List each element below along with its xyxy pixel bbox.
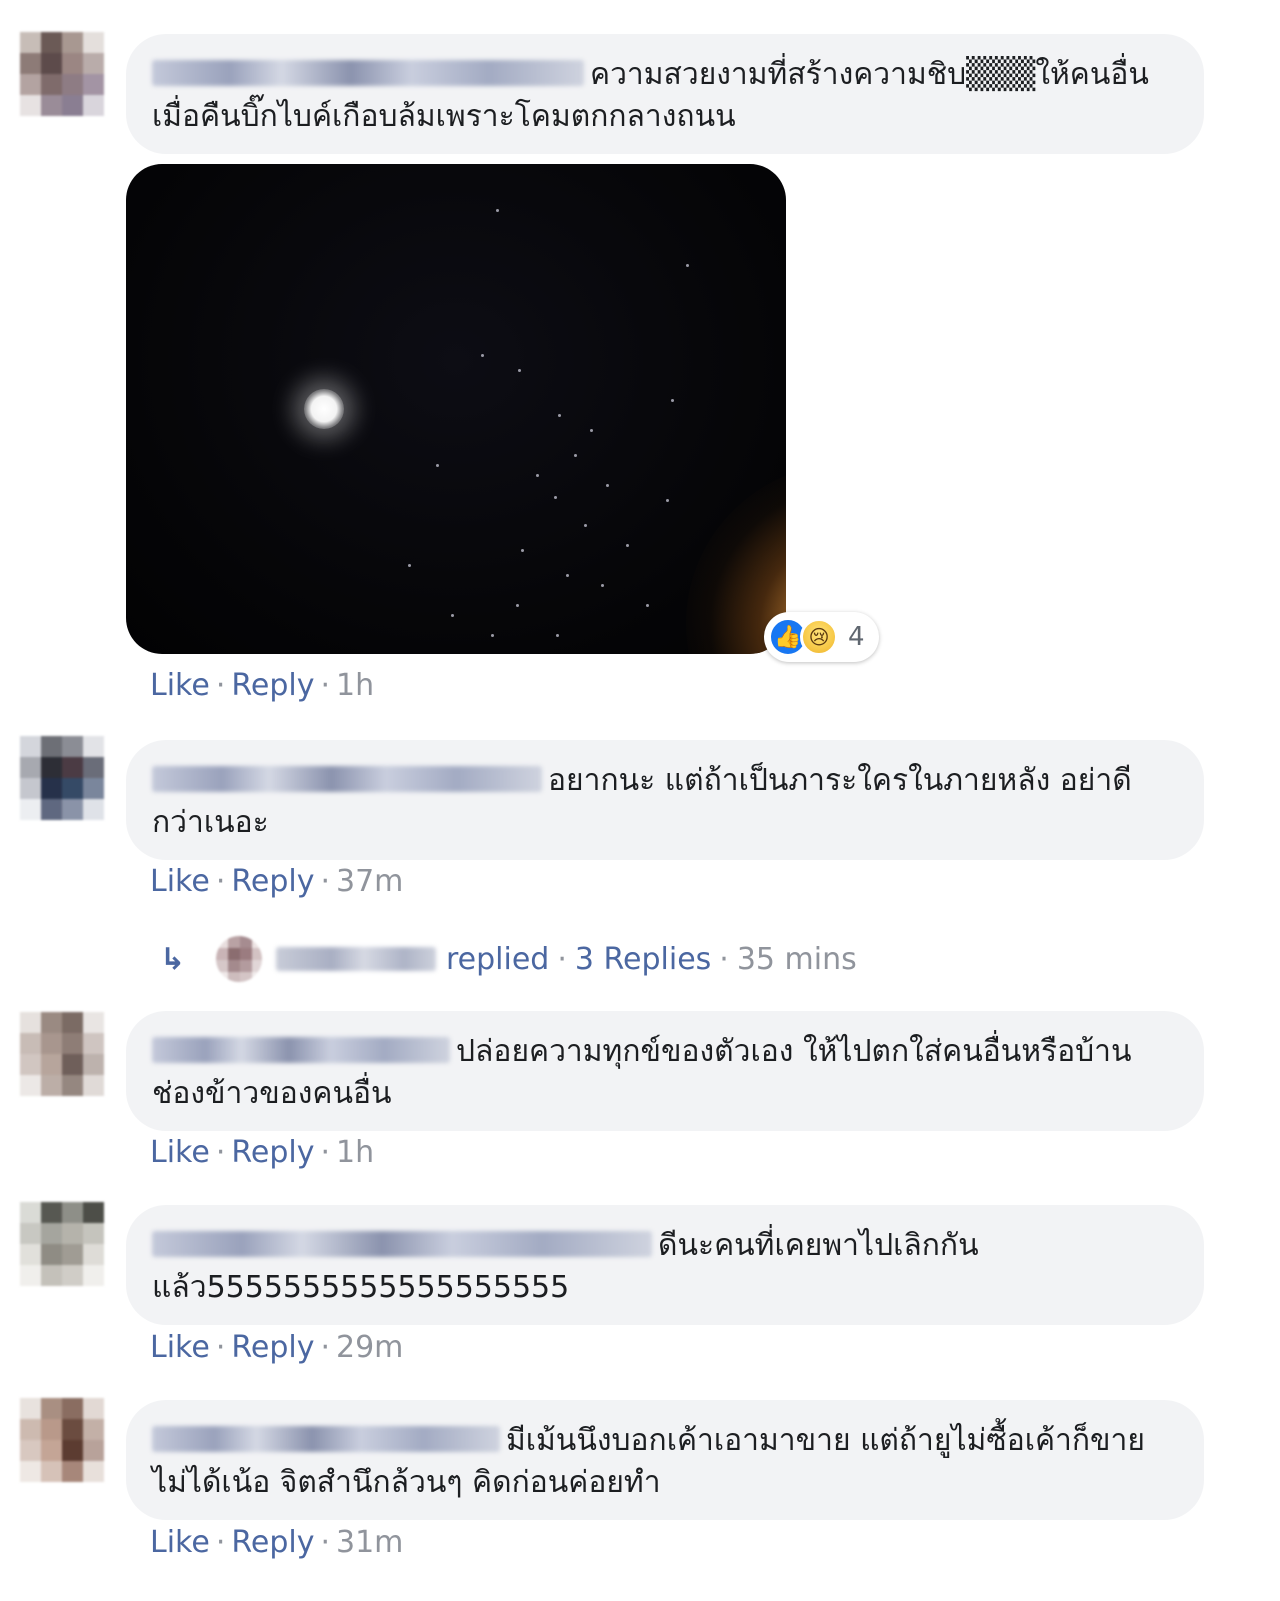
reaction-summary[interactable]: 👍 😢 4 xyxy=(764,612,879,662)
commenter-name[interactable] xyxy=(152,1037,450,1063)
comment-actions: Like · Reply · 29m xyxy=(150,1330,404,1365)
like-link[interactable]: Like xyxy=(150,1330,210,1365)
reply-link[interactable]: Reply xyxy=(231,1330,314,1365)
like-link[interactable]: Like xyxy=(150,864,210,899)
comment-actions: Like · Reply · 1h xyxy=(150,668,375,703)
like-link[interactable]: Like xyxy=(150,668,210,703)
avatar[interactable] xyxy=(20,1202,104,1286)
reaction-count: 4 xyxy=(848,622,865,652)
avatar[interactable] xyxy=(20,1398,104,1482)
reply-link[interactable]: Reply xyxy=(231,1135,314,1170)
commenter-name[interactable] xyxy=(152,60,584,86)
replies-summary[interactable]: ↳ replied · 3 Replies · 35 mins xyxy=(160,934,857,984)
comment-bubble: ดีนะคนที่เคยพาไปเลิกกันแล้ว5555555555555… xyxy=(126,1205,1204,1325)
avatar[interactable] xyxy=(20,1012,104,1096)
comment-actions: Like · Reply · 31m xyxy=(150,1525,404,1560)
comment-bubble: ความสวยงามที่สร้างความชิบ▒▒▒ให้คนอื่น เม… xyxy=(126,34,1204,154)
timestamp[interactable]: 1h xyxy=(336,1135,374,1170)
avatar[interactable] xyxy=(20,32,104,116)
replies-timestamp: 35 mins xyxy=(736,941,857,977)
timestamp[interactable]: 1h xyxy=(336,668,374,703)
replied-label[interactable]: replied xyxy=(446,942,549,977)
replier-name[interactable] xyxy=(276,947,436,971)
comment-bubble: มีเม้นนึงบอกเค้าเอามาขาย แต่ถ้ายูไม่ซื้อ… xyxy=(126,1400,1204,1520)
like-link[interactable]: Like xyxy=(150,1135,210,1170)
reply-arrow-icon: ↳ xyxy=(160,941,186,977)
view-replies-link[interactable]: 3 Replies xyxy=(575,942,711,977)
comment-bubble: อยากนะ แต่ถ้าเป็นภาระใครในภายหลัง อย่าดี… xyxy=(126,740,1204,860)
reply-link[interactable]: Reply xyxy=(231,864,314,899)
like-link[interactable]: Like xyxy=(150,1525,210,1560)
reply-avatar xyxy=(216,936,262,982)
commenter-name[interactable] xyxy=(152,1426,500,1452)
timestamp[interactable]: 29m xyxy=(336,1330,403,1365)
timestamp[interactable]: 37m xyxy=(336,864,403,899)
moon xyxy=(304,389,344,429)
timestamp[interactable]: 31m xyxy=(336,1525,403,1560)
comment-bubble: ปล่อยความทุกข์ของตัวเอง ให้ไปตกใส่คนอื่น… xyxy=(126,1011,1204,1131)
reply-link[interactable]: Reply xyxy=(231,668,314,703)
comment-photo[interactable] xyxy=(126,164,786,654)
reply-link[interactable]: Reply xyxy=(231,1525,314,1560)
commenter-name[interactable] xyxy=(152,1231,652,1257)
sad-face-icon: 😢 xyxy=(800,618,838,656)
comment-actions: Like · Reply · 37m xyxy=(150,864,404,899)
commenter-name[interactable] xyxy=(152,766,542,792)
comment-actions: Like · Reply · 1h xyxy=(150,1135,375,1170)
avatar[interactable] xyxy=(20,736,104,820)
